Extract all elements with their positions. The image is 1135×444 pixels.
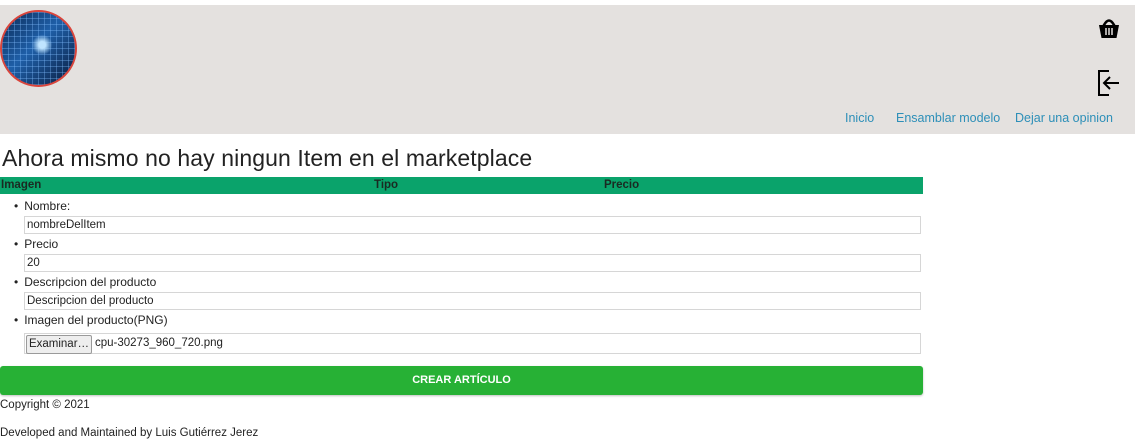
selected-file-name: cpu-30273_960_720.png: [95, 337, 223, 349]
nav-link-ensamblar-modelo[interactable]: Ensamblar modelo: [896, 111, 1000, 125]
nav-link-inicio[interactable]: Inicio: [845, 111, 874, 125]
nombre-label: Nombre:: [14, 199, 70, 213]
image-file-input[interactable]: Examinar… cpu-30273_960_720.png: [24, 333, 921, 354]
developer-credit: Developed and Maintained by Luis Gutiérr…: [0, 427, 259, 439]
nombre-input[interactable]: [24, 216, 921, 234]
items-table-header: Imagen Tipo Precio: [0, 177, 923, 194]
descripcion-input[interactable]: [24, 292, 921, 310]
descripcion-label: Descripcion del producto: [14, 275, 156, 289]
shopping-basket-icon[interactable]: [1096, 15, 1122, 41]
column-header-tipo: Tipo: [374, 179, 399, 191]
header-bar: Inicio Ensamblar modelo Dejar una opinio…: [0, 5, 1135, 134]
copyright-text: Copyright © 2021: [0, 399, 90, 411]
precio-input[interactable]: [24, 254, 921, 272]
nav-link-dejar-opinion[interactable]: Dejar una opinion: [1015, 111, 1113, 125]
browse-button[interactable]: Examinar…: [26, 335, 92, 354]
logout-icon[interactable]: [1097, 69, 1121, 97]
page-title: Ahora mismo no hay ningun Item en el mar…: [2, 145, 533, 171]
site-logo[interactable]: [0, 10, 77, 87]
column-header-imagen: Imagen: [1, 179, 42, 191]
crear-articulo-button[interactable]: CREAR ARTÍCULO: [0, 366, 923, 395]
imagen-label: Imagen del producto(PNG): [14, 313, 167, 327]
column-header-precio: Precio: [604, 179, 640, 191]
precio-label: Precio: [14, 237, 58, 251]
